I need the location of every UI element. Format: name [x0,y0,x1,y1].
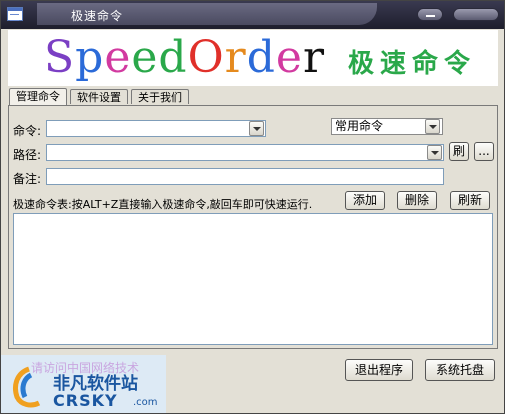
logo-letter: p [75,32,105,83]
path-dropdown-button[interactable] [427,145,442,160]
close-button[interactable] [453,8,499,21]
command-dropdown-button[interactable] [249,121,264,136]
logo-letter: e [131,32,159,83]
command-label: 命令: [13,124,42,138]
command-combobox[interactable] [46,120,266,137]
browse-button[interactable]: ... [474,142,494,161]
note-label: 备注: [13,172,42,186]
watermark-en: CRSKY [53,391,118,410]
system-tray-button[interactable]: 系统托盘 [425,359,495,381]
command-list[interactable] [13,213,493,345]
path-label: 路径: [13,148,42,162]
tab-software-settings[interactable]: 软件设置 [70,89,128,104]
logo-letter: d [158,32,188,83]
manage-commands-panel: 命令: 常用命令 路径: 刷 ... 备注: 极速命令表:按ALT+Z直接输入极… [8,105,498,349]
add-button[interactable]: 添加 [345,191,385,210]
title-bar[interactable]: 极速命令 [1,1,504,29]
logo-letter: e [275,32,303,83]
watermark-dotcom: .com [133,397,158,408]
logo-letter: d [246,32,276,83]
tab-about-us[interactable]: 关于我们 [131,89,189,104]
crsky-watermark: 请访问中国网络技术 非凡软件站 CRSKY .com [1,355,166,413]
note-input[interactable] [46,168,444,185]
app-window-icon[interactable] [7,7,23,21]
banner: SpeedOrder 极速命令 [8,30,498,86]
app-window: 极速命令 SpeedOrder 极速命令 管理命令 软件设置 关于我们 命令: … [0,0,505,414]
logo-letter: e [104,32,132,83]
speedorder-logo: SpeedOrder [44,30,325,86]
command-list-hint: 极速命令表:按ALT+Z直接输入极速命令,敲回车即可快速运行. [13,198,313,211]
banner-subtitle: 极速命令 [348,49,477,79]
window-title: 极速命令 [71,9,124,23]
path-refresh-button[interactable]: 刷 [449,142,469,161]
logo-letter: r [302,32,325,83]
path-combobox[interactable] [46,144,444,161]
minimize-button[interactable] [417,8,443,21]
logo-letter: r [224,32,247,83]
tab-manage-commands[interactable]: 管理命令 [9,88,67,105]
logo-letter: O [187,32,225,83]
refresh-button[interactable]: 刷新 [450,191,490,210]
exit-program-button[interactable]: 退出程序 [345,359,413,381]
category-dropdown-button[interactable] [425,119,440,134]
delete-button[interactable]: 删除 [397,191,437,210]
crsky-logo-icon [13,366,41,408]
logo-letter: S [44,32,76,83]
